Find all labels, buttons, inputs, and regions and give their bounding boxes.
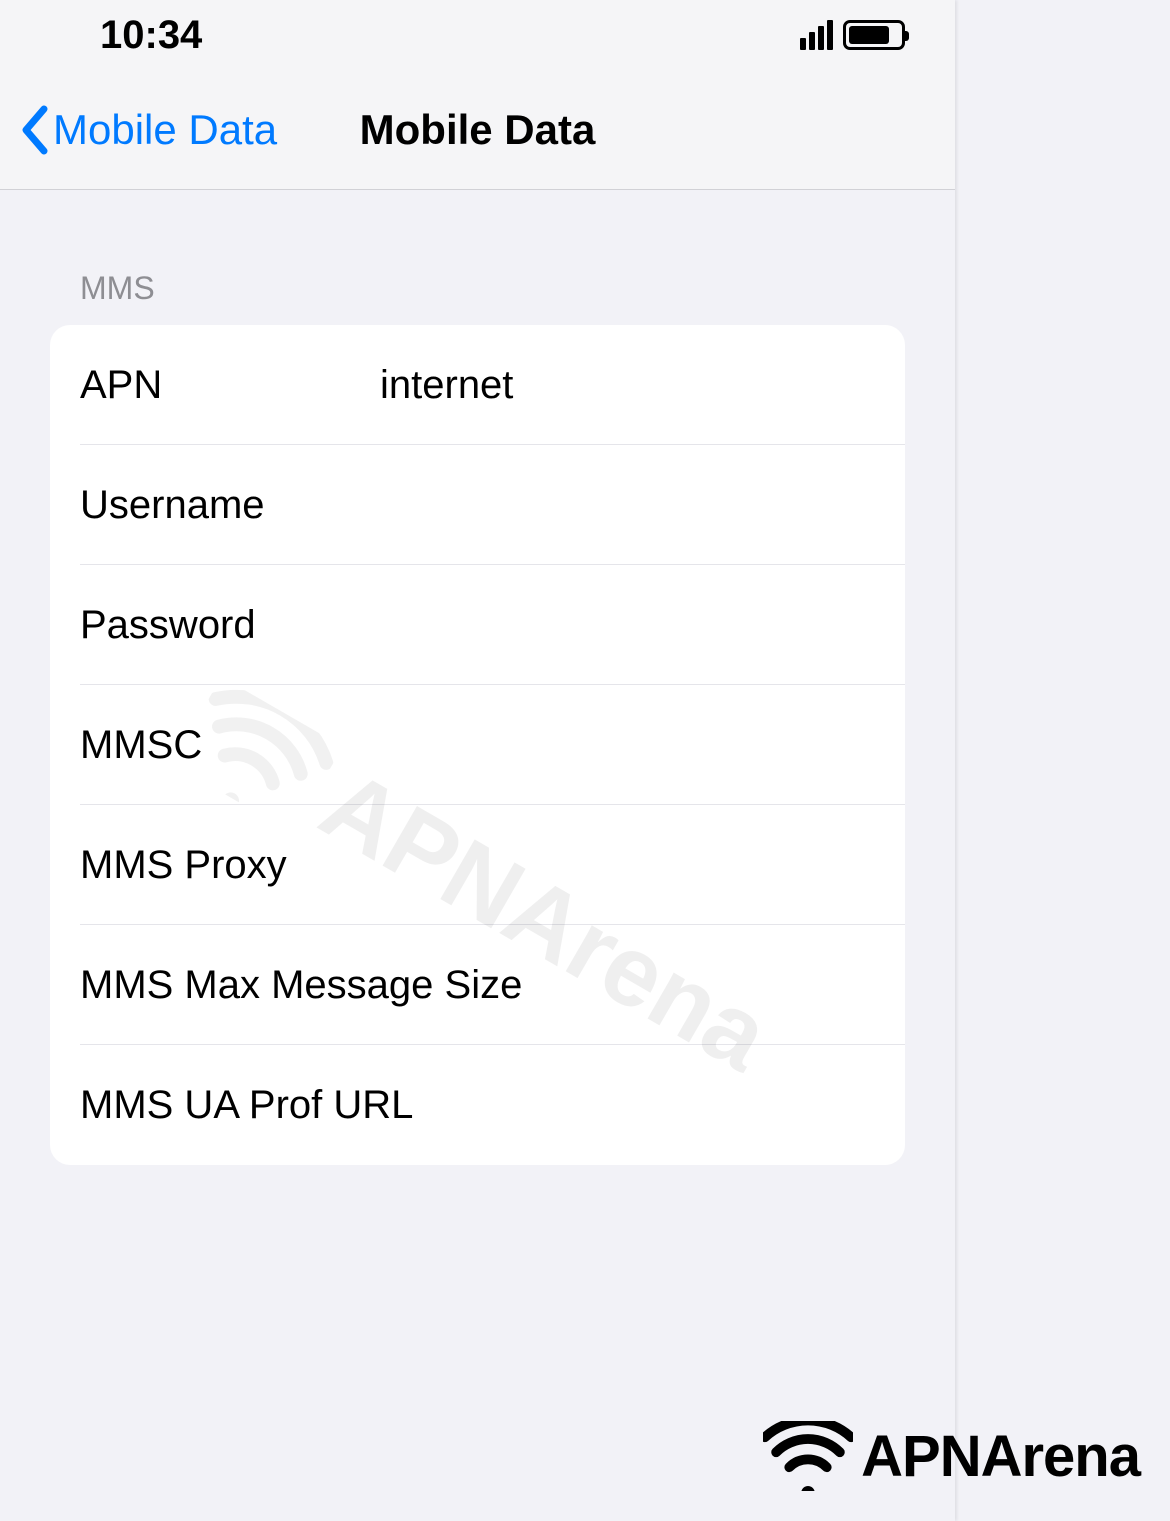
row-mms-max-size[interactable]: MMS Max Message Size xyxy=(50,925,905,1045)
apn-input[interactable] xyxy=(380,363,895,408)
navigation-bar: Mobile Data Mobile Data xyxy=(0,70,955,190)
username-label: Username xyxy=(80,483,380,528)
mms-ua-label: MMS UA Prof URL xyxy=(80,1083,875,1128)
row-apn[interactable]: APN xyxy=(50,325,905,445)
settings-group-mms: APN Username Password MMSC MMS Proxy MMS xyxy=(50,325,905,1165)
password-label: Password xyxy=(80,603,380,648)
status-bar: 10:34 xyxy=(0,0,955,70)
footer-brand: APNArena xyxy=(763,1421,1140,1491)
mms-proxy-input[interactable] xyxy=(380,843,895,888)
status-time: 10:34 xyxy=(100,13,202,58)
status-icons xyxy=(800,20,905,50)
cellular-signal-icon xyxy=(800,20,833,50)
page-title: Mobile Data xyxy=(360,106,596,154)
mms-max-label: MMS Max Message Size xyxy=(80,963,875,1008)
row-username[interactable]: Username xyxy=(50,445,905,565)
wifi-icon xyxy=(763,1421,853,1491)
row-mmsc[interactable]: MMSC xyxy=(50,685,905,805)
chevron-left-icon xyxy=(20,105,48,155)
mmsc-input[interactable] xyxy=(380,723,895,768)
mms-proxy-label: MMS Proxy xyxy=(80,843,380,888)
footer-brand-text: APNArena xyxy=(861,1423,1140,1490)
password-input[interactable] xyxy=(380,603,895,648)
username-input[interactable] xyxy=(380,483,895,528)
section-header-mms: MMS xyxy=(50,270,905,307)
back-button[interactable]: Mobile Data xyxy=(20,105,277,155)
mmsc-label: MMSC xyxy=(80,723,380,768)
row-mms-ua-prof[interactable]: MMS UA Prof URL xyxy=(50,1045,905,1165)
back-label: Mobile Data xyxy=(53,106,277,154)
apn-label: APN xyxy=(80,363,380,408)
battery-icon xyxy=(843,20,905,50)
row-mms-proxy[interactable]: MMS Proxy xyxy=(50,805,905,925)
row-password[interactable]: Password xyxy=(50,565,905,685)
